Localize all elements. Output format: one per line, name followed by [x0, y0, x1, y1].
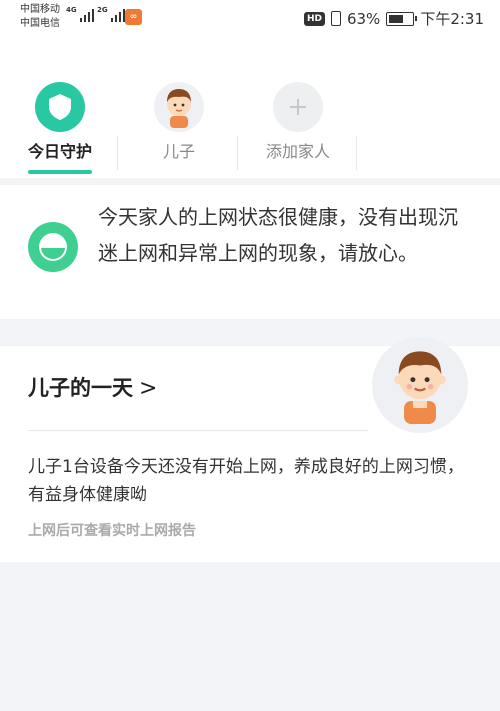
divider — [28, 430, 368, 431]
carrier-2: 中国电信 — [20, 18, 60, 29]
battery-icon — [386, 11, 418, 26]
active-tab-indicator — [28, 170, 92, 174]
son-day-title[interactable]: 儿子的一天 > — [28, 372, 157, 402]
son-avatar — [372, 337, 468, 433]
hd-icon: HD — [303, 11, 325, 26]
family-tab-bar: 今日守护 儿子 添加家人 — [0, 36, 500, 178]
tab-today-guard[interactable]: 今日守护 — [5, 82, 115, 174]
vibrate-icon — [330, 11, 341, 26]
tab-divider — [117, 136, 118, 170]
status-right: HD 63% 下午2:31 — [303, 8, 484, 29]
son-day-title-text: 儿子的一天 — [28, 376, 133, 400]
tab-add-family[interactable]: 添加家人 — [243, 82, 353, 162]
boy-avatar — [154, 82, 204, 132]
tab-label: 添加家人 — [265, 142, 330, 161]
smile-face-icon — [28, 222, 78, 272]
carrier-labels: 中国移动 中国电信 — [20, 3, 60, 31]
app-notification-icon: ∞ — [125, 9, 142, 25]
son-day-summary: 儿子1台设备今天还没有开始上网，养成良好的上网习惯，有益身体健康呦 — [28, 457, 464, 505]
battery-percent: 63% — [346, 9, 381, 28]
son-day-hint: 上网后可查看实时上网报告 — [28, 523, 196, 539]
chevron-right-icon: > — [139, 376, 158, 401]
signal-icon: 4G — [66, 6, 94, 22]
tab-label: 今日守护 — [27, 142, 92, 161]
clock: 下午2:31 — [420, 10, 484, 28]
carrier-1: 中国移动 — [20, 4, 60, 15]
health-status-message: 今天家人的上网状态很健康，没有出现沉迷上网和异常上网的现象，请放心。 — [98, 205, 458, 265]
tab-divider — [237, 136, 238, 170]
tab-son[interactable]: 儿子 — [124, 82, 234, 162]
status-bar: 中国移动 中国电信 4G 2G ∞ HD 63% 下午2:31 — [0, 0, 500, 36]
health-status-card: 今天家人的上网状态很健康，没有出现沉迷上网和异常上网的现象，请放心。 — [0, 185, 500, 319]
son-day-card[interactable]: 儿子的一天 > 儿子1台设备今天还没有开始上网，养成良好的上网习惯，有益身体健康呦… — [0, 337, 500, 562]
tab-label: 儿子 — [162, 142, 195, 161]
tab-divider — [356, 136, 357, 170]
signal-icon-2: 2G — [97, 6, 125, 22]
plus-icon — [273, 82, 323, 132]
shield-icon — [35, 82, 85, 132]
